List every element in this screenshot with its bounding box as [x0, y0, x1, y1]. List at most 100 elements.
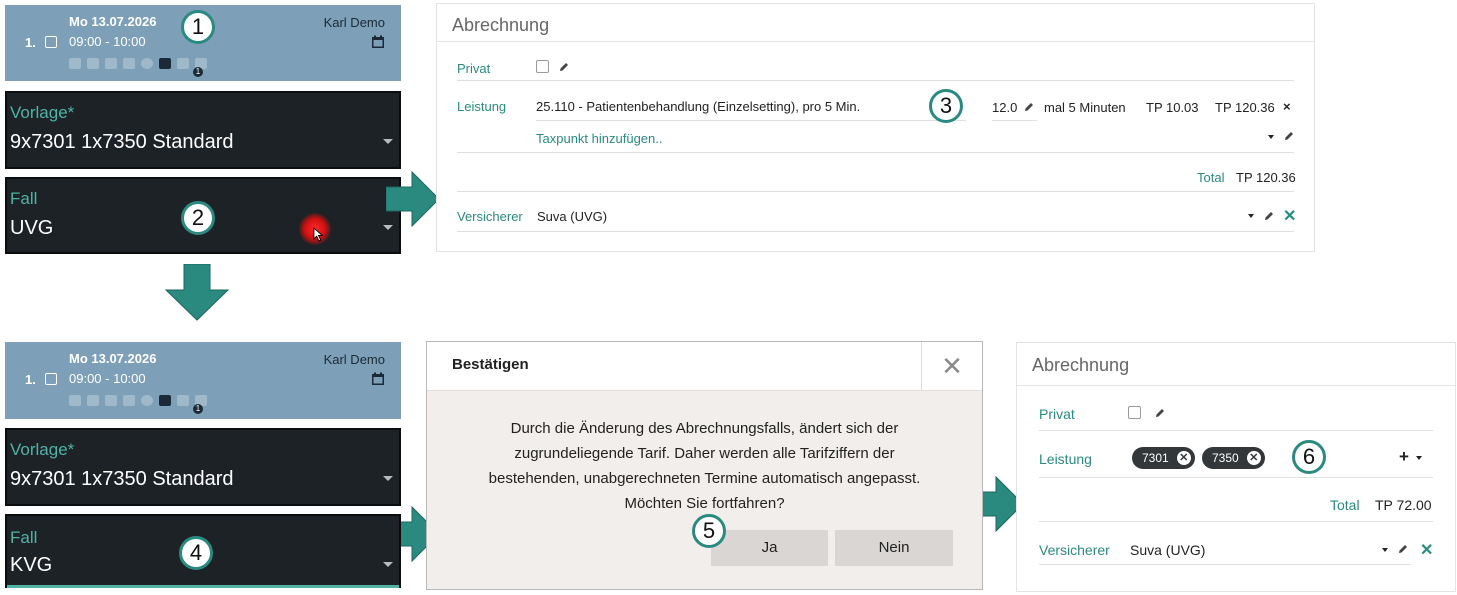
total-value: TP 72.00 [1375, 497, 1432, 513]
tp-total: TP 120.36 [1215, 100, 1275, 115]
versicherer-label: Versicherer [457, 209, 523, 224]
versicherer-value[interactable]: Suva (UVG) [1130, 542, 1205, 558]
remove-chip-icon[interactable]: ✕ [1246, 451, 1261, 465]
divider [536, 120, 966, 121]
tariff-chip[interactable]: 7301 ✕ [1132, 447, 1195, 469]
divider [457, 80, 1294, 81]
appointment-checkbox[interactable] [45, 373, 57, 385]
billing-gift-icon [159, 395, 171, 406]
dialog-message-line: Möchten Sie fortfahren? [624, 495, 785, 512]
divider [457, 191, 1294, 192]
leistung-label: Leistung [1039, 451, 1092, 467]
vorlage-dropdown-bottom[interactable]: Vorlage* 9x7301 1x7350 Standard [5, 428, 401, 506]
chevron-down-icon [383, 476, 393, 481]
mail-icon [105, 395, 117, 406]
chevron-down-icon [383, 562, 393, 567]
remove-chip-icon[interactable]: ✕ [1176, 451, 1191, 465]
pencil-icon[interactable] [1154, 407, 1166, 419]
dialog-message-line: Durch die Änderung des Abrechnungsfalls,… [510, 420, 899, 437]
appointment-number: 1. [25, 372, 36, 387]
title-divider [1017, 385, 1455, 386]
billing-panel-bottom: Abrechnung Privat Leistung 7301 ✕ 7350 ✕… [1016, 342, 1456, 592]
vorlage-value: 9x7301 1x7350 Standard [10, 468, 234, 490]
appointment-checkbox[interactable] [45, 36, 57, 48]
versicherer-label: Versicherer [1039, 542, 1110, 558]
divider [1039, 477, 1433, 478]
dialog-message-line: zugrundeliegende Tarif. Daher werden all… [514, 445, 895, 462]
privat-label: Privat [1039, 406, 1075, 422]
vorlage-value: 9x7301 1x7350 Standard [10, 131, 234, 153]
divider [1039, 430, 1433, 431]
pencil-icon[interactable] [1263, 210, 1275, 222]
tp-single: TP 10.03 [1146, 100, 1199, 115]
icon-badge: 1 [193, 404, 203, 414]
tariff-chip[interactable]: 7350 ✕ [1202, 447, 1265, 469]
vorlage-label: Vorlage* [10, 440, 75, 459]
printer-icon [87, 58, 99, 69]
calculator-icon [177, 395, 189, 406]
title-divider [437, 41, 1314, 42]
clear-versicherer-icon[interactable]: ✕ [1283, 206, 1296, 226]
step-marker-1: 1 [181, 10, 215, 44]
divider [1039, 521, 1433, 522]
clear-versicherer-icon[interactable]: ✕ [1420, 540, 1433, 560]
add-taxpunkt-link[interactable]: Taxpunkt hinzufügen.. [536, 131, 662, 146]
close-icon[interactable]: ✕ [921, 342, 982, 390]
pencil-icon[interactable] [558, 61, 570, 73]
appointment-time: 09:00 - 10:00 [69, 34, 146, 49]
vorlage-dropdown-top[interactable]: Vorlage* 9x7301 1x7350 Standard [5, 91, 401, 169]
appointment-time: 09:00 - 10:00 [69, 371, 146, 386]
message-icon [123, 395, 135, 406]
chevron-down-icon[interactable] [1248, 214, 1254, 218]
focus-underline [7, 585, 399, 588]
pencil-icon[interactable] [1023, 101, 1035, 113]
chevron-down-icon[interactable] [1416, 456, 1422, 460]
calculator-icon [177, 58, 189, 69]
chip-label: 7350 [1212, 451, 1239, 465]
remove-service-button[interactable]: × [1283, 99, 1291, 114]
appointment-person: Karl Demo [323, 352, 385, 367]
divider [1039, 564, 1411, 565]
appointment-header-bottom[interactable]: 1. Mo 13.07.2026 09:00 - 10:00 Karl Demo… [5, 342, 401, 419]
total-label: Total [1197, 170, 1225, 185]
no-button[interactable]: Nein [835, 530, 953, 566]
appointment-date: Mo 13.07.2026 [69, 351, 157, 366]
dialog-title: Bestätigen [452, 356, 529, 373]
dialog-header: Bestätigen ✕ [427, 342, 982, 391]
dialog-message-line: bestehenden, unabgerechneten Termine aut… [488, 470, 921, 487]
billing-title: Abrechnung [1032, 355, 1130, 375]
billing-title: Abrechnung [452, 15, 550, 35]
service-quantity[interactable]: 12.0 [992, 100, 1017, 115]
chevron-down-icon[interactable] [1382, 548, 1388, 552]
status-icons [69, 395, 207, 406]
chevron-down-icon[interactable] [1268, 135, 1274, 139]
confirm-dialog: Bestätigen ✕ Durch die Änderung des Abre… [426, 341, 983, 590]
appointment-person: Karl Demo [323, 15, 385, 30]
arrow-right-icon [386, 170, 440, 228]
calendar-icon[interactable] [371, 372, 385, 386]
add-tariff-button[interactable]: + [1399, 447, 1409, 467]
icon-badge: 1 [193, 67, 203, 77]
calendar-icon[interactable] [371, 35, 385, 49]
fall-label: Fall [10, 189, 38, 208]
leistung-label: Leistung [457, 99, 507, 114]
step-marker-6: 6 [1292, 440, 1326, 474]
step-marker-5: 5 [692, 514, 726, 548]
privat-checkbox[interactable] [536, 60, 549, 73]
yes-button[interactable]: Ja [711, 530, 828, 566]
billing-gift-icon [159, 58, 171, 69]
privat-checkbox[interactable] [1128, 406, 1141, 419]
chip-label: 7301 [1142, 451, 1169, 465]
service-unit: mal 5 Minuten [1044, 100, 1126, 115]
appointment-number: 1. [25, 35, 36, 50]
pencil-icon[interactable] [1283, 130, 1295, 142]
appointment-date: Mo 13.07.2026 [69, 14, 157, 29]
versicherer-value[interactable]: Suva (UVG) [537, 209, 607, 224]
message-icon [123, 58, 135, 69]
billing-panel-top: Abrechnung Privat Leistung 25.110 - Pati… [436, 3, 1315, 252]
person-icon [141, 58, 153, 69]
arrow-down-icon [164, 264, 230, 321]
cloud-icon [69, 58, 81, 69]
pencil-icon[interactable] [1397, 543, 1409, 555]
mouse-cursor-icon [313, 227, 324, 242]
